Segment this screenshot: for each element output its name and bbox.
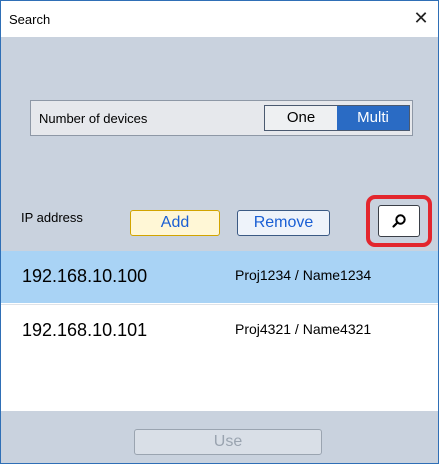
search-dialog: Search ✕ Number of devices One Multi IP …: [0, 0, 439, 464]
device-count-label: Number of devices: [39, 111, 148, 126]
list-item[interactable]: 192.168.10.100 Proj1234 / Name1234: [1, 251, 438, 303]
ip-address-label: IP address: [21, 210, 83, 225]
device-ip: 192.168.10.100: [22, 266, 148, 286]
close-icon[interactable]: ✕: [408, 7, 434, 31]
use-button[interactable]: Use: [134, 429, 322, 455]
title-bar: Search ✕: [1, 1, 438, 37]
search-button-highlight: [366, 195, 432, 247]
device-count-panel: Number of devices One Multi: [30, 100, 413, 136]
device-name: Proj1234 / Name1234: [235, 267, 372, 283]
remove-button[interactable]: Remove: [237, 210, 330, 236]
device-count-toggle: One Multi: [264, 105, 410, 131]
search-icon: [392, 214, 406, 228]
device-list: 192.168.10.100 Proj1234 / Name1234 192.1…: [1, 251, 438, 411]
option-one[interactable]: One: [265, 106, 337, 130]
search-button[interactable]: [378, 205, 420, 237]
device-name: Proj4321 / Name4321: [235, 321, 372, 337]
add-button[interactable]: Add: [130, 210, 220, 236]
window-title: Search: [9, 12, 51, 27]
device-ip: 192.168.10.101: [22, 320, 148, 340]
option-multi[interactable]: Multi: [337, 106, 409, 130]
list-item[interactable]: 192.168.10.101 Proj4321 / Name4321: [1, 304, 438, 356]
